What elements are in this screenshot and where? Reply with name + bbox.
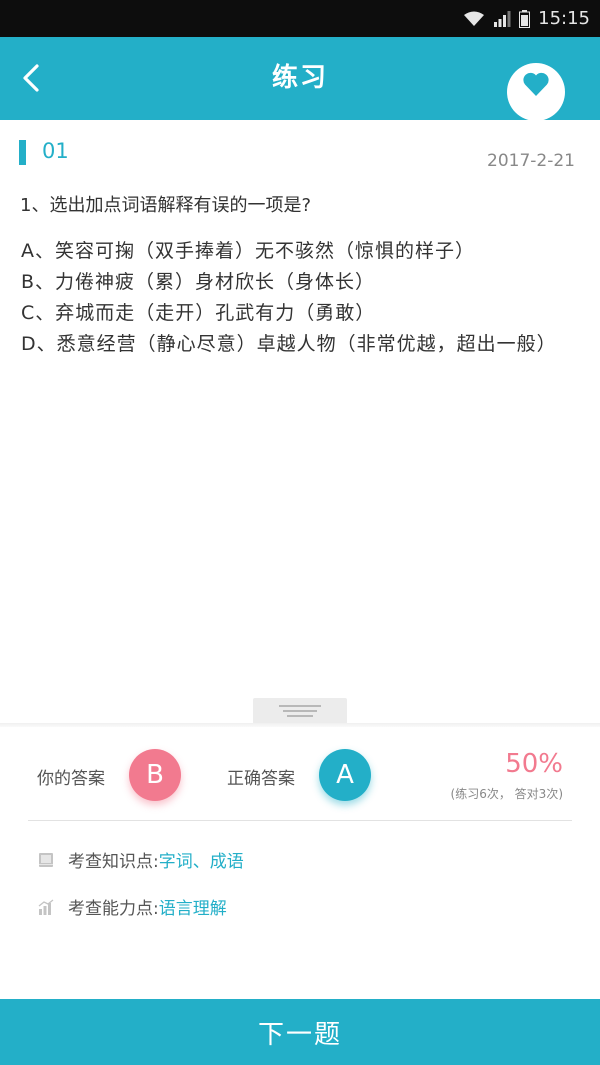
favorite-button[interactable] (507, 63, 565, 121)
next-question-button[interactable]: 下一题 (0, 999, 600, 1065)
accuracy-detail: (练习6次， 答对3次) (450, 787, 563, 801)
handle-line (279, 705, 321, 707)
knowledge-point-label: 考查知识点: (68, 852, 159, 872)
divider (28, 820, 572, 821)
knowledge-point-row: 考查知识点: 字词、成语 (38, 847, 244, 872)
handle-line (283, 710, 317, 712)
bar-chart-icon (38, 898, 54, 915)
question-number: 01 (42, 139, 69, 163)
signal-icon (493, 10, 511, 27)
heart-icon (523, 72, 549, 96)
status-icons: 15:15 (463, 0, 590, 37)
drawer-handle[interactable] (253, 698, 347, 724)
correct-answer-label: 正确答案 (227, 769, 295, 789)
book-icon (38, 852, 54, 868)
option-b: B、力倦神疲（累）身材欣长（身体长） (21, 271, 376, 293)
battery-icon (519, 9, 531, 28)
knowledge-point-value: 字词、成语 (158, 852, 244, 872)
option-c: C、弃城而走（走开）孔武有力（勇敢） (21, 302, 376, 324)
option-a: A、笑容可掬（双手捧着）无不骇然（惊惧的样子） (21, 240, 475, 262)
status-bar: 15:15 (0, 0, 600, 37)
wifi-icon (463, 11, 485, 27)
ability-point-row: 考查能力点: 语言理解 (38, 894, 227, 919)
ability-point-label: 考查能力点: (68, 899, 159, 919)
handle-line (287, 715, 313, 717)
question-area: 01 2017-2-21 1、选出加点词语解释有误的一项是? A、笑容可掬（双手… (0, 120, 600, 700)
accuracy-rate: 50% (505, 749, 563, 779)
your-answer-badge: B (129, 749, 181, 801)
ability-point-value: 语言理解 (158, 899, 227, 919)
status-time: 15:15 (538, 8, 590, 29)
correct-answer-badge: A (319, 749, 371, 801)
answer-panel: 你的答案 B 正确答案 A 50% (练习6次， 答对3次) 考查知识点: 字词… (0, 727, 600, 999)
question-stem: 1、选出加点词语解释有误的一项是? (20, 195, 312, 216)
your-answer-label: 你的答案 (37, 769, 105, 789)
option-d: D、悉意经营（静心尽意）卓越人物（非常优越，超出一般） (21, 333, 557, 355)
question-date: 2017-2-21 (487, 151, 575, 171)
question-options: A、笑容可掬（双手捧着）无不骇然（惊惧的样子） B、力倦神疲（累）身材欣长（身体… (21, 236, 586, 360)
question-number-marker (19, 140, 26, 165)
